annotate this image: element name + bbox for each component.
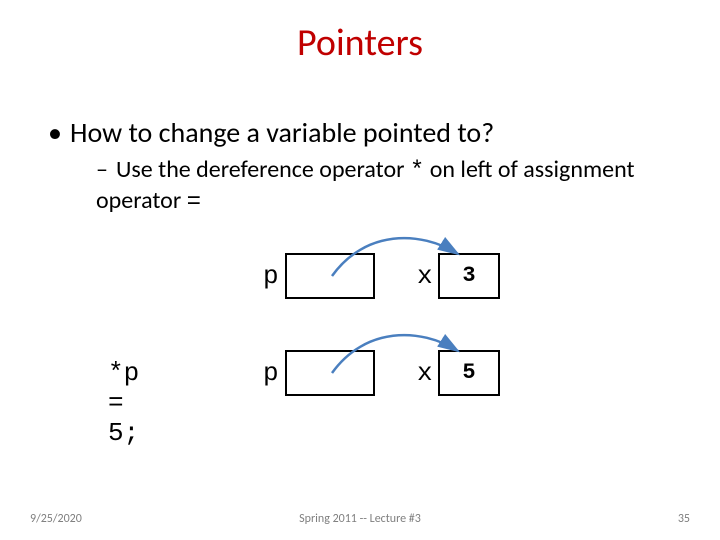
footer-page-number: 35 [678,512,690,526]
slide: Pointers •How to change a variable point… [0,0,720,540]
footer-center: Spring 2011 -- Lecture #3 [0,512,720,526]
pointer-arrow-2 [0,0,720,540]
